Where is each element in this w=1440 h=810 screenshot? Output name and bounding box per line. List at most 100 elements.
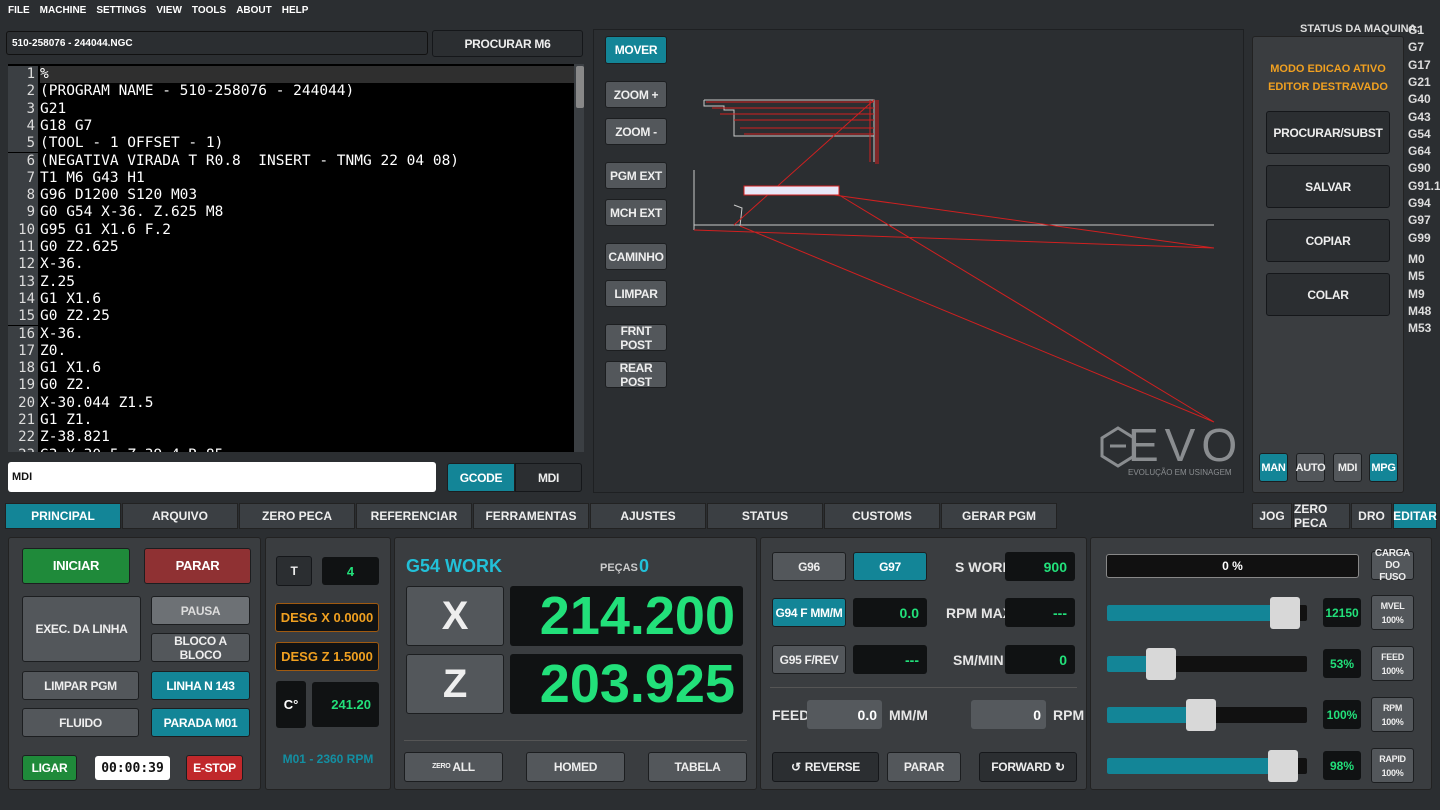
override-reset-button[interactable]: FEED 100% — [1371, 646, 1414, 681]
code-line[interactable]: X-36. — [40, 256, 84, 273]
slider-handle[interactable] — [1186, 699, 1216, 731]
rear-post-button[interactable]: REAR POST — [605, 361, 667, 389]
fluid-button[interactable]: FLUIDO — [22, 708, 139, 737]
gcode-editor[interactable]: 1% 2 (PROGRAM NAME - 510-258076 - 244044) 3… — [8, 64, 584, 452]
zoom-out-button[interactable]: ZOOM - — [605, 118, 667, 145]
code-line[interactable]: Z-38.821 — [40, 429, 110, 446]
clear-pgm-button[interactable]: LIMPAR PGM — [22, 671, 139, 700]
line-n-button[interactable]: LINHA N 143 — [151, 671, 250, 700]
override-reset-button[interactable]: MVEL 100% — [1371, 595, 1414, 630]
tool-t-button[interactable]: T — [276, 556, 312, 586]
code-line[interactable]: % — [40, 66, 49, 83]
slider-handle[interactable] — [1268, 750, 1298, 782]
tab-principal[interactable]: PRINCIPAL — [5, 503, 121, 529]
tab-ajustes[interactable]: AJUSTES — [590, 503, 706, 529]
tab-customs[interactable]: CUSTOMS — [824, 503, 940, 529]
g96-button[interactable]: G96 — [772, 552, 846, 581]
code-line[interactable]: G0 Z2. — [40, 377, 92, 394]
tab-ferramentas[interactable]: FERRAMENTAS — [473, 503, 589, 529]
mdi-mode-button[interactable]: MDI — [1333, 453, 1362, 482]
code-line[interactable]: (TOOL - 1 OFFSET - 1) — [40, 135, 223, 152]
code-line[interactable]: (NEGATIVA VIRADA T R0.8 INSERT - TNMG 22… — [40, 153, 459, 170]
mch-ext-button[interactable]: MCH EXT — [605, 199, 667, 226]
tab-gerar-pgm[interactable]: GERAR PGM — [941, 503, 1057, 529]
mover-button[interactable]: MOVER — [605, 36, 667, 64]
menu-tools[interactable]: TOOLS — [192, 5, 226, 16]
zoom-in-button[interactable]: ZOOM + — [605, 81, 667, 108]
copy-button[interactable]: COPIAR — [1266, 219, 1390, 262]
tab-referenciar[interactable]: REFERENCIAR — [356, 503, 472, 529]
code-line[interactable]: G0 G54 X-36. Z.625 M8 — [40, 204, 223, 221]
right-tab-jog[interactable]: JOG — [1252, 503, 1292, 529]
x-axis-button[interactable]: X — [406, 586, 504, 646]
code-line[interactable]: X-36. — [40, 326, 84, 343]
menu-machine[interactable]: MACHINE — [40, 5, 87, 16]
override-slider[interactable] — [1107, 656, 1307, 672]
power-on-button[interactable]: LIGAR — [22, 755, 77, 781]
man-mode-button[interactable]: MAN — [1259, 453, 1288, 482]
tab-arquivo[interactable]: ARQUIVO — [122, 503, 238, 529]
auto-mode-button[interactable]: AUTO — [1296, 453, 1326, 482]
mdi-input[interactable]: MDI — [8, 462, 436, 492]
save-button[interactable]: SALVAR — [1266, 165, 1390, 208]
zero-all-button[interactable]: ZERO ALL — [404, 752, 503, 782]
code-line[interactable]: G1 Z1. — [40, 412, 92, 429]
slider-handle[interactable] — [1270, 597, 1300, 629]
spindle-load-button[interactable]: CARGA DO FUSO — [1371, 548, 1414, 583]
menu-view[interactable]: VIEW — [156, 5, 182, 16]
table-button[interactable]: TABELA — [648, 752, 747, 782]
code-line[interactable]: G3 X-30.5 Z-39.4 R.85 — [40, 447, 223, 452]
override-reset-button[interactable]: RAPID 100% — [1371, 748, 1414, 783]
estop-button[interactable]: E-STOP — [186, 755, 243, 781]
menu-file[interactable]: FILE — [8, 5, 30, 16]
g97-button[interactable]: G97 — [853, 552, 927, 581]
spindle-stop-button[interactable]: PARAR — [887, 752, 961, 782]
toolpath-preview[interactable]: EVO EVOLUÇÃO EM USINAGEM — [593, 29, 1244, 493]
code-line[interactable]: G96 D1200 S120 M03 — [40, 187, 197, 204]
run-from-line-button[interactable]: EXEC. DA LINHA — [22, 596, 141, 662]
reverse-button[interactable]: ↺ REVERSE — [772, 752, 879, 782]
search-m6-button[interactable]: PROCURAR M6 — [432, 30, 583, 57]
editor-scrollbar[interactable] — [574, 64, 584, 452]
slider-handle[interactable] — [1146, 648, 1176, 680]
mpg-mode-button[interactable]: MPG — [1369, 453, 1398, 482]
single-block-button[interactable]: BLOCO A BLOCO — [151, 633, 250, 662]
menu-settings[interactable]: SETTINGS — [96, 5, 146, 16]
code-line[interactable]: Z.25 — [40, 274, 75, 291]
right-tab-zero-peca[interactable]: ZERO PECA — [1293, 502, 1350, 530]
limpar-view-button[interactable]: LIMPAR — [605, 280, 667, 307]
code-line[interactable]: G1 X1.6 — [40, 291, 101, 308]
caminho-button[interactable]: CAMINHO — [605, 243, 667, 270]
homed-button[interactable]: HOMED — [526, 752, 625, 782]
frnt-post-button[interactable]: FRNT POST — [605, 324, 667, 352]
code-line[interactable]: G0 Z2.625 — [40, 239, 119, 256]
code-line[interactable]: X-30.044 Z1.5 — [40, 395, 154, 412]
pause-button[interactable]: PAUSA — [151, 596, 250, 625]
code-line[interactable]: G1 X1.6 — [40, 360, 101, 377]
menu-help[interactable]: HELP — [282, 5, 309, 16]
editor-scroll-thumb[interactable] — [576, 66, 584, 108]
override-reset-button[interactable]: RPM 100% — [1371, 697, 1414, 732]
code-line[interactable]: G95 G1 X1.6 F.2 — [40, 222, 171, 239]
tab-status[interactable]: STATUS — [707, 503, 823, 529]
right-tab-editar[interactable]: EDITAR — [1393, 503, 1437, 529]
start-button[interactable]: INICIAR — [22, 548, 130, 584]
menu-about[interactable]: ABOUT — [236, 5, 272, 16]
code-line[interactable]: G21 — [40, 101, 66, 118]
code-line[interactable]: Z0. — [40, 343, 66, 360]
z-axis-button[interactable]: Z — [406, 654, 504, 714]
g95-button[interactable]: G95 F/REV — [772, 645, 846, 674]
paste-button[interactable]: COLAR — [1266, 273, 1390, 316]
g94-button[interactable]: G94 F MM/M — [772, 598, 846, 627]
code-line[interactable]: (PROGRAM NAME - 510-258076 - 244044) — [40, 83, 354, 100]
code-line[interactable]: G18 G7 — [40, 118, 92, 135]
find-replace-button[interactable]: PROCURAR/SUBST — [1266, 111, 1390, 154]
code-line[interactable]: T1 M6 G43 H1 — [40, 170, 145, 187]
forward-button[interactable]: FORWARD ↻ — [979, 752, 1077, 782]
stop-m01-button[interactable]: PARADA M01 — [151, 708, 250, 737]
right-tab-dro[interactable]: DRO — [1351, 503, 1392, 529]
mdi-toggle[interactable]: MDI — [515, 463, 582, 492]
pgm-ext-button[interactable]: PGM EXT — [605, 162, 667, 189]
code-line[interactable]: G0 Z2.25 — [40, 308, 110, 325]
tab-zero-peca[interactable]: ZERO PECA — [239, 503, 355, 529]
